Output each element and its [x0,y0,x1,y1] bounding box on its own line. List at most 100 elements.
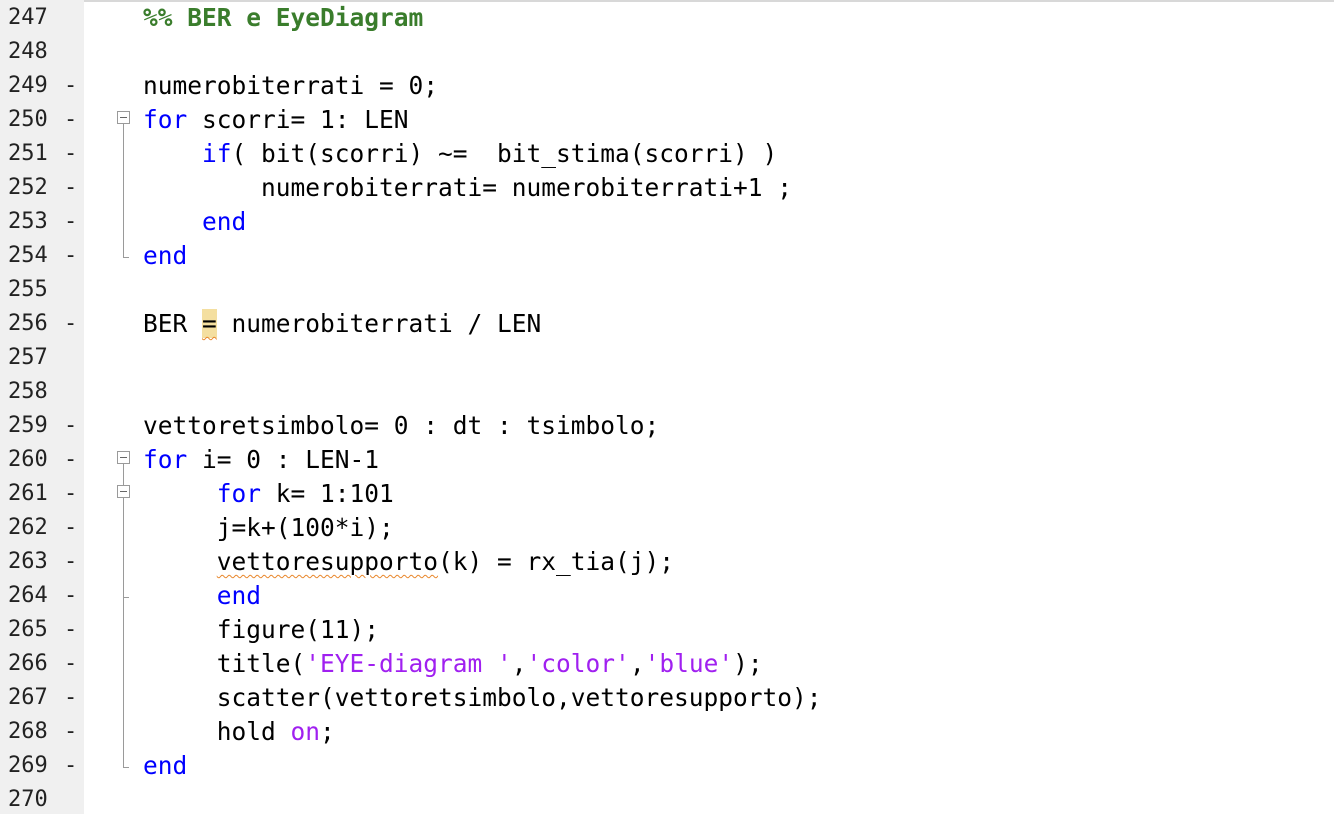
code-text[interactable]: for scorri= 1: LEN [143,103,409,137]
code-line[interactable]: 253- end [0,205,1334,239]
code-token: on [290,717,321,746]
line-number: 255 [8,277,48,302]
line-number: 252 [8,175,48,200]
breakpoint-marker[interactable]: - [64,613,77,647]
breakpoint-marker[interactable]: - [64,749,77,783]
code-text[interactable]: end [143,579,261,613]
code-line[interactable]: 250- for scorri= 1: LEN [0,103,1334,137]
code-line[interactable]: 269- end [0,749,1334,783]
line-number: 269 [8,753,48,778]
code-token: ); [733,649,763,678]
code-line[interactable]: 248 [0,35,1334,69]
code-line[interactable]: 267- scatter(vettoretsimbolo,vettoresupp… [0,681,1334,715]
code-token: i= 0 : LEN-1 [187,445,380,474]
code-token: 'blue' [644,649,734,678]
breakpoint-marker[interactable]: - [64,545,77,579]
code-line[interactable]: 260- for i= 0 : LEN-1 [0,443,1334,477]
code-token: , [629,649,645,678]
code-line[interactable]: 254- end [0,239,1334,273]
breakpoint-marker[interactable]: - [64,409,77,443]
code-text[interactable]: figure(11); [143,613,379,647]
code-line[interactable]: 270 [0,783,1334,814]
code-text[interactable]: for i= 0 : LEN-1 [143,443,379,477]
code-text[interactable]: vettoresupporto(k) = rx_tia(j); [143,545,674,579]
code-line[interactable]: 257 [0,341,1334,375]
line-number: 258 [8,379,48,404]
line-number: 249 [8,73,48,98]
code-token: for [143,445,188,474]
line-number: 259 [8,413,48,438]
code-line[interactable]: 256- BER = numerobiterrati / LEN [0,307,1334,341]
code-token: end [143,241,188,270]
line-number: 265 [8,617,48,642]
code-text[interactable]: if( bit(scorri) ~= bit_stima(scorri) ) [143,137,777,171]
breakpoint-marker[interactable]: - [64,239,77,273]
line-number: 262 [8,515,48,540]
code-line[interactable]: 263- vettoresupporto(k) = rx_tia(j); [0,545,1334,579]
code-line[interactable]: 247 %% BER e EyeDiagram [0,1,1334,35]
line-number: 247 [8,5,48,30]
code-line[interactable]: 251- if( bit(scorri) ~= bit_stima(scorri… [0,137,1334,171]
breakpoint-marker[interactable]: - [64,171,77,205]
code-text[interactable]: vettoretsimbolo= 0 : dt : tsimbolo; [143,409,659,443]
line-number: 251 [8,141,48,166]
code-line[interactable]: 265- figure(11); [0,613,1334,647]
code-token: figure(11); [143,615,380,644]
code-token: scorri= 1: LEN [187,105,409,134]
code-text[interactable]: hold on; [143,715,335,749]
code-text[interactable]: end [143,239,187,273]
line-number: 261 [8,481,48,506]
breakpoint-marker[interactable]: - [64,715,77,749]
breakpoint-marker[interactable]: - [64,205,77,239]
code-token: numerobiterrati = 0; [143,71,439,100]
code-token: title( [143,649,306,678]
code-token: ( bit(scorri) ~= bit_stima(scorri) ) [231,139,778,168]
code-text[interactable]: title('EYE-diagram ','color','blue'); [143,647,763,681]
breakpoint-marker[interactable]: - [64,511,77,545]
breakpoint-marker[interactable]: - [64,137,77,171]
code-line[interactable]: 258 [0,375,1334,409]
code-token: if [202,139,232,168]
code-token: for [216,479,262,508]
code-text[interactable]: %% BER e EyeDiagram [143,1,423,35]
code-line[interactable]: 252- numerobiterrati= numerobiterrati+1 … [0,171,1334,205]
code-text[interactable]: BER = numerobiterrati / LEN [143,307,541,341]
line-number: 256 [8,311,48,336]
breakpoint-marker[interactable]: - [64,681,77,715]
code-line[interactable]: 268- hold on; [0,715,1334,749]
code-token: for [143,105,188,134]
code-line[interactable]: 261- for k= 1:101 [0,477,1334,511]
breakpoint-marker[interactable]: - [64,579,77,613]
code-text[interactable]: end [143,205,246,239]
breakpoint-marker[interactable]: - [64,307,77,341]
code-token: ; [320,717,335,746]
code-line[interactable]: 266- title('EYE-diagram ','color','blue'… [0,647,1334,681]
breakpoint-marker[interactable]: - [64,477,77,511]
code-line[interactable]: 264- end [0,579,1334,613]
code-text[interactable]: numerobiterrati = 0; [143,69,438,103]
code-text[interactable]: scatter(vettoretsimbolo,vettoresupporto)… [143,681,822,715]
code-line[interactable]: 262- j=k+(100*i); [0,511,1334,545]
code-text[interactable]: j=k+(100*i); [143,511,394,545]
code-text[interactable]: numerobiterrati= numerobiterrati+1 ; [143,171,792,205]
code-text[interactable]: for k= 1:101 [143,477,394,511]
code-line[interactable]: 249- numerobiterrati = 0; [0,69,1334,103]
line-number: 268 [8,719,48,744]
line-number: 250 [8,107,48,132]
code-line[interactable]: 259- vettoretsimbolo= 0 : dt : tsimbolo; [0,409,1334,443]
breakpoint-marker[interactable]: - [64,443,77,477]
code-token: vettoretsimbolo= 0 : dt : tsimbolo; [143,411,660,440]
code-line[interactable]: 255 [0,273,1334,307]
line-number: 253 [8,209,48,234]
code-editor[interactable]: 247%% BER e EyeDiagram 248 249- numerobiter… [0,0,1334,814]
code-token: k= 1:101 [261,479,394,508]
code-text[interactable]: end [143,749,187,783]
breakpoint-marker[interactable]: - [64,647,77,681]
breakpoint-marker[interactable]: - [64,103,77,137]
breakpoint-marker[interactable]: - [64,69,77,103]
line-number: 267 [8,685,48,710]
code-token: (k) = rx_tia(j); [438,547,675,576]
